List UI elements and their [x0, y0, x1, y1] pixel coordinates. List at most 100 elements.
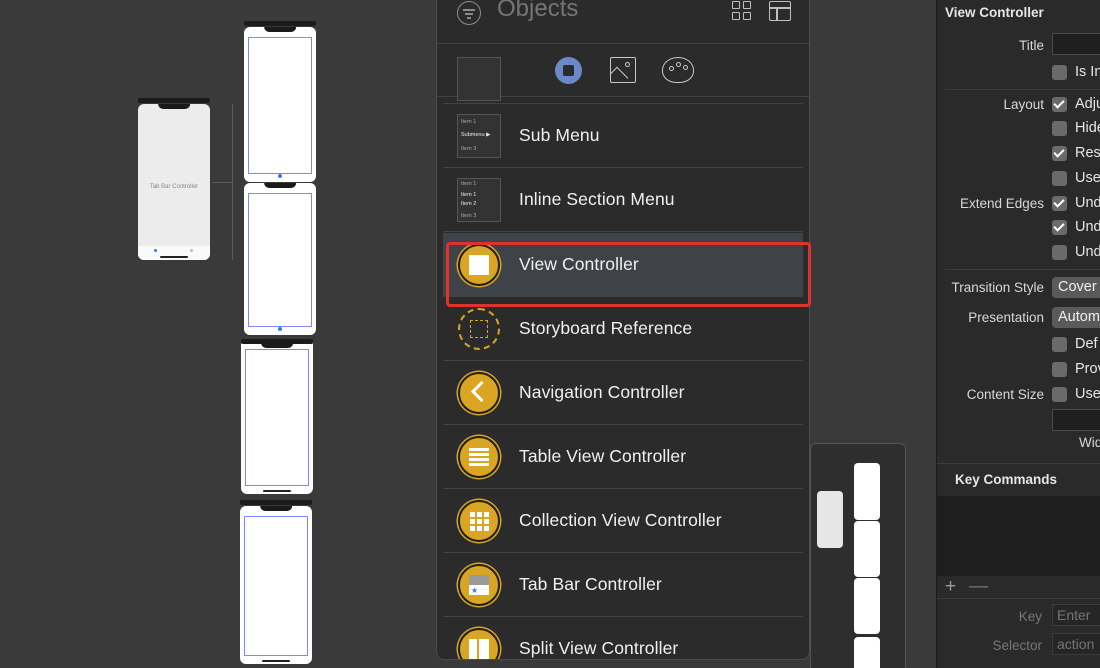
width-label: Wid — [1079, 435, 1100, 450]
provides-context-checkbox[interactable] — [1052, 362, 1067, 377]
tab-item-icon — [190, 249, 193, 252]
phone-notch — [264, 27, 296, 32]
thumb-text: Item 1 — [461, 181, 477, 187]
list-item[interactable] — [443, 57, 803, 104]
remove-key-command-button[interactable]: — — [969, 576, 988, 598]
thumb-text: Submenu ▶ — [461, 132, 491, 138]
content-width-field[interactable] — [1052, 409, 1100, 431]
attributes-inspector[interactable]: View Controller Title Is In Layout Adju … — [936, 0, 1100, 668]
library-item-tab-bar-controller[interactable]: ★ ··· Tab Bar Controller — [443, 553, 803, 617]
safe-area — [245, 349, 309, 486]
phone-notch — [264, 183, 296, 188]
library-item-label: Split View Controller — [519, 638, 679, 658]
thumb-text: Item 2 — [461, 201, 477, 207]
divider — [945, 89, 1100, 90]
defines-context-checkbox[interactable] — [1052, 337, 1067, 352]
tab-bar-controller-scene[interactable]: Tab Bar Controller — [138, 98, 210, 260]
color-palette-tab-icon[interactable] — [662, 57, 694, 83]
extend-edges-option-label: Und — [1075, 219, 1100, 235]
transition-style-popup[interactable]: Cover — [1052, 277, 1100, 298]
inspector-section-title: View Controller — [945, 5, 1044, 20]
storyboard-reference-icon — [458, 308, 500, 350]
presentation-option-label: Prov — [1075, 361, 1100, 377]
tab-item-icon — [154, 249, 157, 252]
scene-dock[interactable] — [244, 21, 316, 26]
key-commands-title: Key Commands — [955, 472, 1058, 487]
objects-tab-icon[interactable] — [555, 57, 582, 84]
minimap-scene — [854, 521, 880, 577]
scene-dock[interactable] — [138, 98, 210, 103]
library-item-label: Navigation Controller — [519, 382, 685, 402]
is-initial-label: Is In — [1075, 64, 1100, 80]
library-search-input[interactable] — [497, 0, 717, 23]
presentation-popup[interactable]: Autom — [1052, 307, 1100, 328]
layout-option-label: Res — [1075, 145, 1100, 161]
selector-label: Selector — [992, 638, 1042, 653]
selector-input[interactable] — [1052, 633, 1100, 655]
grid-view-icon[interactable] — [732, 1, 752, 21]
tab-bar-item-icon — [278, 174, 282, 178]
extend-edges-opaque-checkbox[interactable] — [1052, 245, 1067, 260]
library-item-inline-section-menu[interactable]: Item 1 Item 1 Item 2 Item 3 Inline Secti… — [443, 168, 803, 232]
partial-thumbnail — [457, 57, 501, 101]
library-item-table-view-controller[interactable]: Table View Controller — [443, 425, 803, 489]
presentation-option-label: Def — [1075, 336, 1098, 352]
library-item-label: Tab Bar Controller — [519, 574, 662, 594]
view-controller-scene-3[interactable] — [241, 339, 313, 494]
library-item-storyboard-reference[interactable]: Storyboard Reference — [443, 297, 803, 361]
object-library-popover[interactable]: Item 1 Submenu ▶ Item 3 Sub Menu Item 1 … — [436, 0, 810, 660]
view-controller-scene-2[interactable] — [244, 183, 316, 335]
library-item-collection-view-controller[interactable]: Collection View Controller — [443, 489, 803, 553]
library-item-navigation-controller[interactable]: Navigation Controller — [443, 361, 803, 425]
layout-resize-checkbox[interactable] — [1052, 146, 1067, 161]
library-item-split-view-controller[interactable]: Split View Controller — [443, 617, 803, 659]
key-input[interactable] — [1052, 604, 1100, 626]
list-view-icon[interactable] — [769, 1, 791, 21]
layout-option-label: Hide — [1075, 120, 1100, 136]
submenu-thumbnail-icon: Item 1 Submenu ▶ Item 3 — [457, 114, 501, 158]
view-controller-scene-4[interactable] — [240, 500, 312, 664]
extend-edges-label: Extend Edges — [959, 196, 1044, 211]
library-item-sub-menu[interactable]: Item 1 Submenu ▶ Item 3 Sub Menu — [443, 104, 803, 168]
collection-view-controller-icon — [458, 500, 500, 542]
library-item-view-controller[interactable]: View Controller — [443, 233, 803, 297]
safe-area — [248, 193, 312, 327]
view-controller-scene-1[interactable] — [244, 21, 316, 182]
segue-line[interactable] — [232, 104, 233, 260]
key-commands-table[interactable] — [937, 496, 1100, 576]
view-controller-icon — [458, 244, 500, 286]
extend-edges-top-checkbox[interactable] — [1052, 196, 1067, 211]
library-item-label: Inline Section Menu — [519, 189, 675, 209]
is-initial-checkbox[interactable] — [1052, 65, 1067, 80]
canvas-minimap[interactable] — [810, 443, 906, 668]
content-size-label: Content Size — [966, 387, 1044, 402]
divider — [945, 269, 1100, 270]
extend-edges-bottom-checkbox[interactable] — [1052, 220, 1067, 235]
minimap-scene — [854, 637, 880, 668]
segue-line[interactable] — [212, 182, 232, 183]
home-indicator — [261, 660, 291, 662]
library-item-label: Storyboard Reference — [519, 318, 693, 338]
media-tab-icon[interactable] — [610, 57, 636, 83]
safe-area — [244, 516, 308, 656]
transition-style-label: Transition Style — [951, 280, 1044, 295]
safe-area — [248, 37, 312, 174]
layout-option-label: Adju — [1075, 96, 1100, 112]
library-item-label: Table View Controller — [519, 446, 687, 466]
divider — [937, 463, 1100, 464]
extend-edges-option-label: Und — [1075, 244, 1100, 260]
layout-hide-checkbox[interactable] — [1052, 121, 1067, 136]
minimap-scene — [854, 578, 880, 634]
phone-notch — [260, 506, 292, 511]
title-field[interactable] — [1052, 33, 1100, 55]
add-key-command-button[interactable]: + — [945, 576, 956, 598]
filter-icon[interactable] — [457, 1, 481, 25]
scene-label: Tab Bar Controller — [149, 184, 199, 190]
layout-adjust-checkbox[interactable] — [1052, 97, 1067, 112]
content-size-checkbox[interactable] — [1052, 387, 1067, 402]
library-item-label: Collection View Controller — [519, 510, 722, 530]
layout-option-label: Use — [1075, 170, 1100, 186]
scene-dock[interactable] — [240, 500, 312, 505]
thumb-text: Item 1 — [461, 119, 477, 125]
layout-use-checkbox[interactable] — [1052, 171, 1067, 186]
